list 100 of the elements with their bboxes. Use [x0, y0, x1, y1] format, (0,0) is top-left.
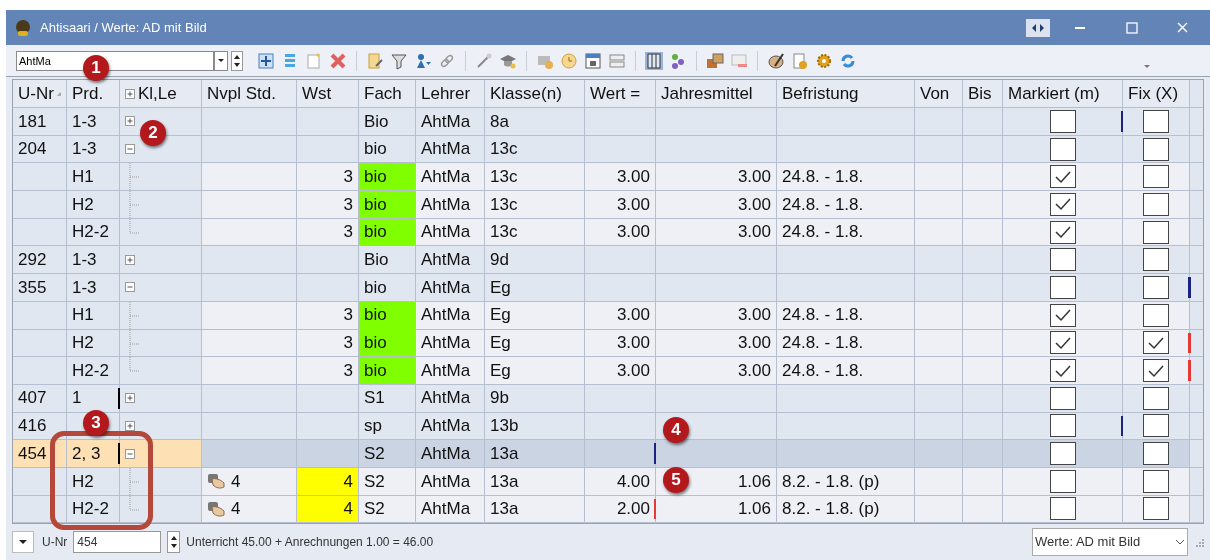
spinner-button[interactable] — [167, 531, 181, 553]
checkbox[interactable] — [1049, 331, 1076, 355]
table-cell: S2 — [359, 495, 416, 523]
table-cell: 8.2. - 1.8. (p) — [777, 495, 915, 523]
u-nr-input-field[interactable]: 454 — [73, 531, 162, 553]
expand-toggle-icon[interactable] — [125, 116, 135, 127]
checkbox[interactable] — [1049, 469, 1076, 493]
column-header[interactable]: Klasse(n) — [485, 80, 585, 107]
expand-toggle-icon[interactable] — [125, 393, 135, 404]
calendar-icon[interactable] — [584, 51, 602, 70]
checkbox[interactable] — [1143, 359, 1169, 383]
spinner-button[interactable] — [231, 50, 243, 71]
close-icon — [1176, 22, 1188, 33]
table-cell: 3 — [297, 357, 359, 384]
network-icon[interactable] — [669, 51, 687, 70]
expand-toggle-icon[interactable] — [125, 420, 135, 431]
table-cell: 3.00 — [656, 218, 777, 246]
checkbox[interactable] — [1143, 248, 1169, 272]
refresh-icon[interactable] — [839, 51, 857, 70]
table-cell: S2 — [359, 440, 416, 467]
checkbox[interactable] — [1143, 442, 1169, 466]
gear-icon[interactable] — [815, 51, 833, 70]
delete-icon[interactable] — [329, 51, 347, 70]
table-cell-text: 4 — [231, 470, 241, 493]
column-header[interactable]: Nvpl Std. — [202, 80, 297, 107]
table-cell: 24.8. - 1.8. — [777, 191, 915, 218]
checkbox[interactable] — [1049, 165, 1076, 189]
table-cell: 24.8. - 1.8. — [777, 218, 915, 246]
table-cell: S2 — [359, 467, 416, 495]
column-header[interactable]: Wst — [297, 80, 359, 107]
checkbox[interactable] — [1143, 497, 1169, 521]
checkbox[interactable] — [1049, 497, 1076, 521]
resize-grip-icon[interactable] — [1194, 537, 1204, 547]
collapse-toggle-icon[interactable] — [125, 282, 135, 293]
checkbox[interactable] — [1049, 248, 1076, 272]
table-cell: 3.00 — [585, 301, 656, 329]
checkbox[interactable] — [1143, 303, 1169, 327]
column-header[interactable]: Markiert (m) — [1003, 80, 1123, 107]
column-header[interactable]: Wert = — [585, 80, 656, 107]
table-cell: bio — [359, 301, 416, 329]
checkbox[interactable] — [1049, 192, 1076, 216]
checkbox[interactable] — [1143, 192, 1169, 216]
checkbox[interactable] — [1143, 414, 1169, 438]
checkbox[interactable] — [1049, 414, 1076, 438]
column-header[interactable]: Von — [915, 80, 963, 107]
column-header[interactable]: Lehrer — [416, 80, 485, 107]
checkbox[interactable] — [1143, 109, 1169, 133]
table-cell: AhtMa — [416, 163, 485, 191]
edit-list-icon[interactable] — [366, 51, 384, 70]
split-view-button[interactable] — [1026, 18, 1050, 37]
dropdown-button[interactable] — [12, 531, 34, 553]
overflow-caret-icon[interactable] — [1143, 63, 1151, 70]
checkbox[interactable] — [1049, 220, 1076, 244]
column-header[interactable]: Befristung — [777, 80, 915, 107]
checkbox[interactable] — [1049, 442, 1076, 466]
column-header[interactable]: Fix (X) — [1123, 80, 1190, 107]
palette-icon[interactable] — [767, 51, 785, 70]
checkmark-icon — [1053, 308, 1072, 323]
checkbox[interactable] — [1049, 386, 1076, 410]
checkbox[interactable] — [1143, 469, 1169, 493]
checkbox[interactable] — [1049, 137, 1076, 161]
table-cell: AhtMa — [416, 218, 485, 246]
table-cell: 2.00 — [585, 495, 656, 523]
checkbox[interactable] — [1049, 359, 1076, 383]
expand-toggle-icon[interactable] — [125, 254, 135, 265]
table-cell: 1.06 — [656, 495, 777, 523]
table-cell: 3.00 — [585, 357, 656, 384]
column-header[interactable]: Bis — [963, 80, 1003, 107]
caret-icon — [218, 59, 224, 62]
checkbox[interactable] — [1143, 220, 1169, 244]
wand-icon[interactable] — [475, 51, 493, 70]
expand-all-icon[interactable] — [125, 88, 135, 99]
checkbox[interactable] — [1143, 137, 1169, 161]
table-cell: Eg — [485, 329, 585, 357]
checkbox[interactable] — [1049, 303, 1076, 327]
collapse-toggle-icon[interactable] — [125, 448, 135, 459]
expand-all-icon[interactable] — [257, 51, 275, 70]
teacher-sort-icon[interactable] — [414, 51, 432, 70]
checkbox[interactable] — [1049, 109, 1076, 133]
column-header[interactable]: Fach — [359, 80, 416, 107]
checkbox[interactable] — [1143, 386, 1169, 410]
hand-icon — [207, 500, 225, 517]
checkbox[interactable] — [1143, 275, 1169, 299]
checkbox[interactable] — [1143, 165, 1169, 189]
table-cell: AhtMa — [416, 495, 485, 523]
filter-icon[interactable] — [390, 51, 408, 70]
table-cell: 3.00 — [585, 163, 656, 191]
columns-view-icon[interactable] — [645, 51, 663, 70]
column-header[interactable]: Prd. — [67, 80, 120, 107]
table-cell: AhtMa — [416, 467, 485, 495]
collapse-toggle-icon[interactable] — [125, 144, 135, 155]
checkbox[interactable] — [1049, 275, 1076, 299]
table-cell-text: 4 — [231, 498, 241, 521]
checkbox[interactable] — [1143, 331, 1169, 355]
table-cell: 3.00 — [585, 218, 656, 246]
view-select[interactable]: Werte: AD mit Bild — [1032, 528, 1188, 556]
column-header[interactable]: Jahresmittel — [656, 80, 777, 107]
table-cell: 13a — [485, 467, 585, 495]
windows-icon[interactable] — [706, 51, 724, 70]
table-cell: Eg — [485, 357, 585, 384]
